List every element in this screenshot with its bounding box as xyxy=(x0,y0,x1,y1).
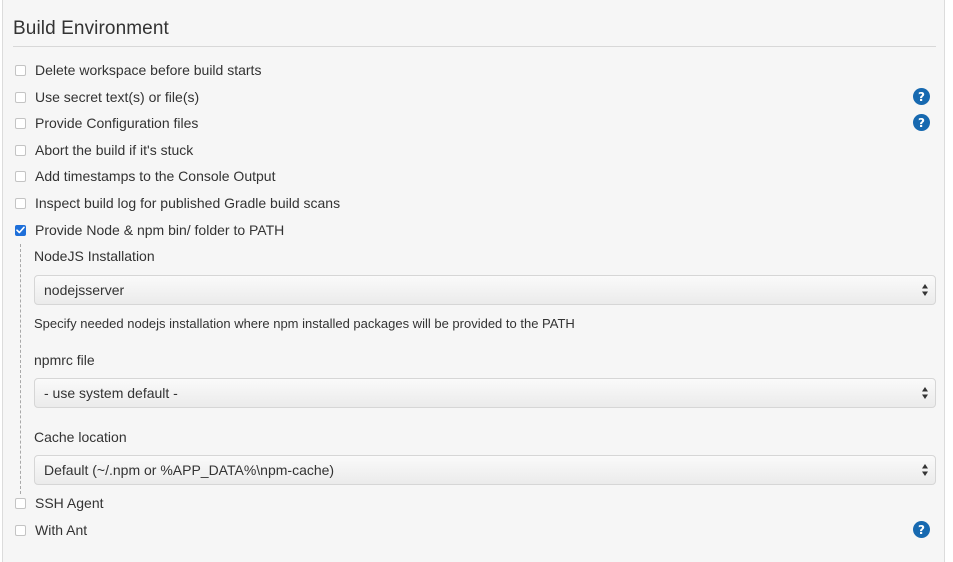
option-provide-node-npm[interactable]: Provide Node & npm bin/ folder to PATH xyxy=(15,220,284,240)
section-title: Build Environment xyxy=(13,18,169,39)
checkbox-with-ant[interactable] xyxy=(15,524,26,536)
nodejs-installation-hint: Specify needed nodejs installation where… xyxy=(34,316,575,331)
option-label: Inspect build log for published Gradle b… xyxy=(35,195,341,211)
option-provide-config-files[interactable]: Provide Configuration files xyxy=(15,113,198,133)
checkbox-inspect-gradle-scans[interactable] xyxy=(15,197,26,209)
option-label: Abort the build if it's stuck xyxy=(35,142,194,158)
option-label: With Ant xyxy=(35,522,88,538)
section-divider xyxy=(13,46,936,47)
option-label: Provide Node & npm bin/ folder to PATH xyxy=(35,222,285,238)
nodejs-installation-select[interactable]: nodejsserver xyxy=(34,275,936,305)
checkmark-icon xyxy=(16,226,25,234)
option-with-ant[interactable]: With Ant xyxy=(15,520,87,540)
select-arrows-icon xyxy=(922,464,928,476)
option-use-secret-text[interactable]: Use secret text(s) or file(s) xyxy=(15,87,199,107)
select-value: - use system default - xyxy=(44,385,178,401)
option-label: Delete workspace before build starts xyxy=(35,62,262,78)
select-value: nodejsserver xyxy=(44,282,125,298)
checkbox-ssh-agent[interactable] xyxy=(15,497,26,509)
checkbox-use-secret-text[interactable] xyxy=(15,91,26,103)
select-arrows-icon xyxy=(922,284,928,296)
option-label: Provide Configuration files xyxy=(35,115,199,131)
help-icon[interactable]: ? xyxy=(913,88,930,105)
nested-section-guide xyxy=(20,244,21,494)
option-label: Add timestamps to the Console Output xyxy=(35,168,276,184)
help-icon[interactable]: ? xyxy=(913,521,930,538)
option-abort-stuck-build[interactable]: Abort the build if it's stuck xyxy=(15,140,193,160)
checkbox-delete-workspace[interactable] xyxy=(15,64,26,76)
checkbox-add-timestamps[interactable] xyxy=(15,170,26,182)
option-inspect-gradle-scans[interactable]: Inspect build log for published Gradle b… xyxy=(15,193,340,213)
checkbox-provide-config-files[interactable] xyxy=(15,117,26,129)
option-label: SSH Agent xyxy=(35,495,104,511)
checkbox-provide-node-npm[interactable] xyxy=(15,224,26,236)
cache-location-label: Cache location xyxy=(34,429,127,445)
build-environment-panel: Build Environment Delete workspace befor… xyxy=(2,0,945,562)
select-arrows-icon xyxy=(922,387,928,399)
select-value: Default (~/.npm or %APP_DATA%\npm-cache) xyxy=(44,462,335,478)
option-ssh-agent[interactable]: SSH Agent xyxy=(15,493,104,513)
option-delete-workspace[interactable]: Delete workspace before build starts xyxy=(15,60,261,80)
option-label: Use secret text(s) or file(s) xyxy=(35,89,200,105)
cache-location-select[interactable]: Default (~/.npm or %APP_DATA%\npm-cache) xyxy=(34,455,936,485)
option-add-timestamps[interactable]: Add timestamps to the Console Output xyxy=(15,166,275,186)
help-icon[interactable]: ? xyxy=(913,114,930,131)
checkbox-abort-stuck-build[interactable] xyxy=(15,144,26,156)
npmrc-file-label: npmrc file xyxy=(34,352,95,368)
npmrc-file-select[interactable]: - use system default - xyxy=(34,378,936,408)
nodejs-installation-label: NodeJS Installation xyxy=(34,248,155,264)
